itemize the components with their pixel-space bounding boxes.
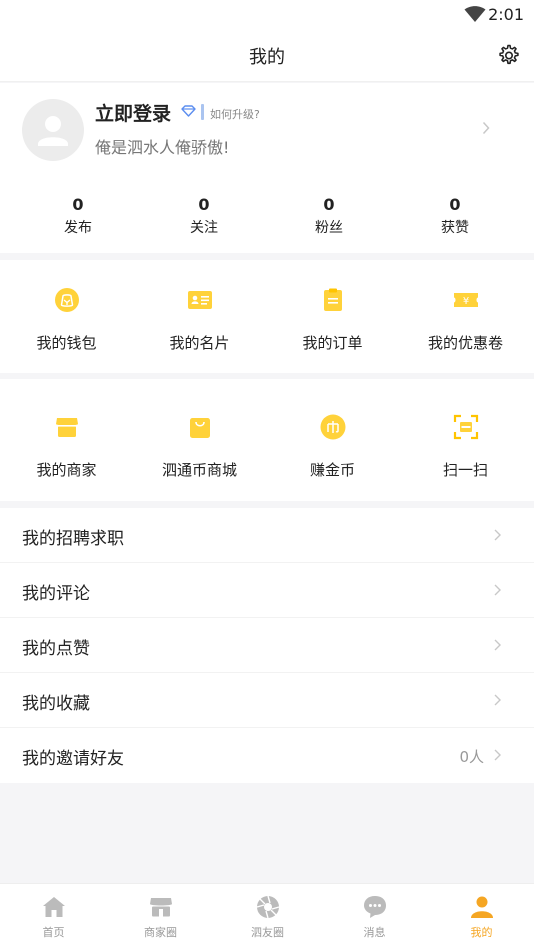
store-icon <box>149 898 172 917</box>
menu-item-label: 我的招聘求职 <box>22 529 124 549</box>
invite-count: 0人 <box>459 748 484 766</box>
tab-friends[interactable]: 泗友圈 <box>214 884 321 949</box>
grid-item-label: 泗通币商城 <box>161 461 237 479</box>
chat-icon <box>363 896 386 918</box>
status-time: 2:01 <box>488 5 524 24</box>
menu-item-invite[interactable]: 我的邀请好友 0人 <box>0 728 534 783</box>
svg-text:¥: ¥ <box>462 296 468 307</box>
grid-item-coin-mall[interactable]: 泗通币商城 <box>133 379 266 501</box>
coupon-icon: ¥ <box>453 293 478 307</box>
chevron-right-icon <box>494 639 501 651</box>
level-bar <box>201 104 204 120</box>
grid-item-label: 我的名片 <box>169 334 230 352</box>
person-placeholder-icon <box>38 116 68 146</box>
header: 我的 <box>0 30 534 82</box>
home-icon <box>42 897 65 917</box>
gear-icon[interactable] <box>496 43 520 67</box>
tab-label: 消息 <box>363 926 386 939</box>
chevron-right-icon <box>482 121 490 135</box>
stat-likes[interactable]: 0 获赞 <box>415 195 495 237</box>
aperture-icon <box>256 895 279 919</box>
tab-label: 泗友圈 <box>251 926 284 939</box>
stats-row: 0 发布 0 关注 0 粉丝 0 获赞 <box>0 195 534 245</box>
grid-item-label: 赚金币 <box>309 461 355 479</box>
menu-item-jobs[interactable]: 我的招聘求职 <box>0 508 534 563</box>
grid-item-label: 我的钱包 <box>36 334 97 352</box>
grid-item-label: 我的订单 <box>302 334 363 352</box>
features-grid-2: 我的商家 泗通币商城 赚金币 扫一扫 <box>0 379 534 501</box>
order-icon <box>323 288 342 311</box>
stat-label: 发布 <box>64 220 92 236</box>
chevron-right-icon <box>494 694 501 706</box>
tab-label: 我的 <box>470 926 493 939</box>
tab-home[interactable]: 首页 <box>0 884 107 949</box>
grid-item-wallet[interactable]: 我的钱包 <box>0 260 133 373</box>
status-bar: 2:01 <box>0 0 534 30</box>
grid-item-coupons[interactable]: ¥ 我的优惠卷 <box>399 260 532 373</box>
wallet-icon <box>54 288 79 312</box>
tab-messages[interactable]: 消息 <box>321 884 428 949</box>
profile-card[interactable]: 立即登录 如何升级? 俺是泗水人俺骄傲! 0 发布 0 关注 0 粉丝 0 获赞 <box>0 83 534 253</box>
tab-label: 商家圈 <box>144 926 177 939</box>
chevron-right-icon <box>494 529 501 541</box>
grid-item-earn-coins[interactable]: 赚金币 <box>266 379 399 501</box>
stat-following[interactable]: 0 关注 <box>164 195 244 237</box>
tab-merchants[interactable]: 商家圈 <box>107 884 214 949</box>
menu-item-label: 我的评论 <box>22 584 90 604</box>
stat-value: 0 <box>449 195 461 214</box>
upgrade-link[interactable]: 如何升级? <box>210 106 260 122</box>
grid-item-scan[interactable]: 扫一扫 <box>399 379 532 501</box>
wifi-icon <box>464 6 486 22</box>
stat-value: 0 <box>323 195 335 214</box>
grid-item-orders[interactable]: 我的订单 <box>266 260 399 373</box>
features-grid-1: 我的钱包 我的名片 我的订单 ¥ 我的优惠卷 <box>0 260 534 373</box>
stat-posts[interactable]: 0 发布 <box>38 195 118 237</box>
stat-value: 0 <box>72 195 84 214</box>
stat-followers[interactable]: 0 粉丝 <box>289 195 369 237</box>
menu-item-label: 我的收藏 <box>22 694 90 714</box>
menu-item-label: 我的邀请好友 <box>22 749 124 769</box>
login-name[interactable]: 立即登录 <box>95 99 171 126</box>
person-icon <box>470 896 493 918</box>
card-icon <box>187 291 212 309</box>
stat-value: 0 <box>198 195 210 214</box>
tab-mine[interactable]: 我的 <box>428 884 534 949</box>
shopping-bag-icon <box>189 418 210 438</box>
bottom-tab-bar: 首页 商家圈 泗友圈 消息 我的 <box>0 883 534 949</box>
grid-item-my-store[interactable]: 我的商家 <box>0 379 133 501</box>
store-icon <box>55 418 78 437</box>
menu-item-comments[interactable]: 我的评论 <box>0 563 534 618</box>
grid-item-label: 扫一扫 <box>442 461 488 479</box>
tab-label: 首页 <box>42 926 65 939</box>
chevron-right-icon <box>494 749 501 761</box>
avatar[interactable] <box>22 99 84 161</box>
profile-motto: 俺是泗水人俺骄傲! <box>95 138 230 157</box>
coin-icon <box>320 414 345 440</box>
grid-item-label: 我的优惠卷 <box>427 334 503 352</box>
diamond-icon <box>181 105 196 117</box>
grid-item-label: 我的商家 <box>36 461 97 479</box>
stat-label: 关注 <box>190 220 218 236</box>
menu-item-likes[interactable]: 我的点赞 <box>0 618 534 673</box>
chevron-right-icon <box>494 584 501 596</box>
menu-item-label: 我的点赞 <box>22 639 90 659</box>
stat-label: 粉丝 <box>315 220 343 236</box>
menu-item-favorites[interactable]: 我的收藏 <box>0 673 534 728</box>
menu-list: 我的招聘求职 我的评论 我的点赞 我的收藏 我的邀请好友 0人 <box>0 508 534 783</box>
page-title: 我的 <box>249 47 285 68</box>
stat-label: 获赞 <box>441 220 469 236</box>
grid-item-card[interactable]: 我的名片 <box>133 260 266 373</box>
scan-icon <box>453 414 478 440</box>
